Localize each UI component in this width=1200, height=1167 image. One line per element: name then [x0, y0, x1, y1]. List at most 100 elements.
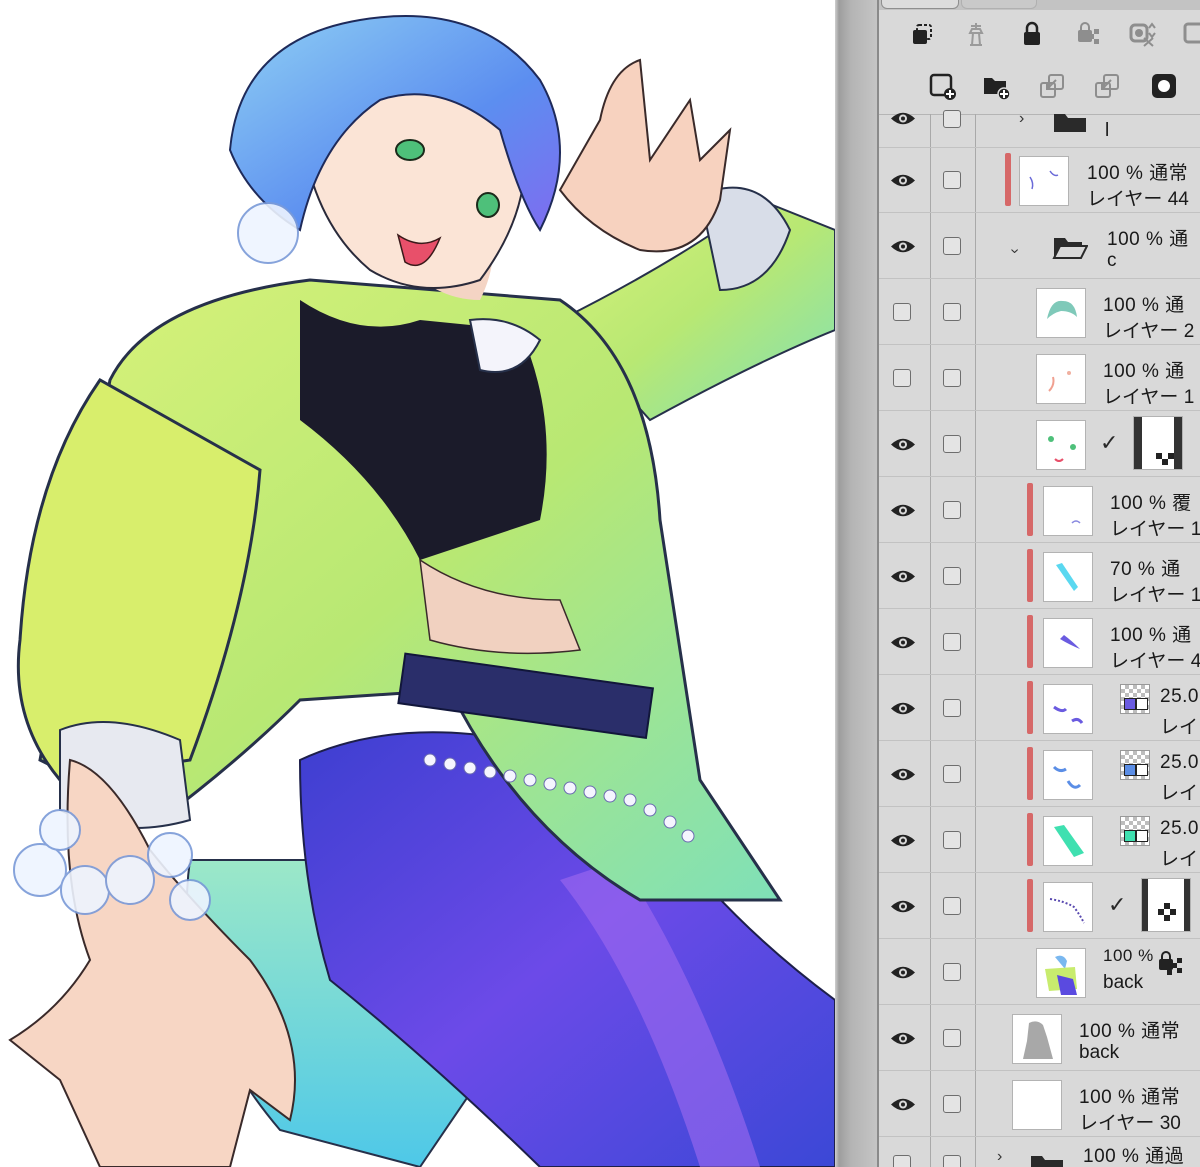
illustration-canvas[interactable] [0, 0, 835, 1167]
eye-icon[interactable] [889, 430, 917, 458]
eye-icon[interactable] [889, 694, 917, 722]
layer-select-checkbox[interactable] [943, 1155, 961, 1167]
layer-select-checkbox[interactable] [943, 110, 961, 128]
chevron-right-icon[interactable]: › [997, 1148, 1002, 1166]
eye-icon[interactable] [889, 496, 917, 524]
layer-select-checkbox[interactable] [943, 897, 961, 915]
eye-icon[interactable] [889, 760, 917, 788]
layer-select-checkbox[interactable] [943, 369, 961, 387]
layer-select-checkbox[interactable] [943, 831, 961, 849]
layer-name: レイ [1160, 783, 1199, 804]
eye-icon[interactable] [889, 958, 917, 986]
eye-icon[interactable] [889, 232, 917, 260]
mask-toggle-icon[interactable] [1124, 16, 1160, 52]
clipping-indicator [1005, 153, 1011, 206]
panel-tab-strip [879, 0, 1200, 10]
layer-select-checkbox[interactable] [943, 963, 961, 981]
layer-thumbnail [1043, 684, 1093, 734]
layer-name: レイヤー 1( [1110, 519, 1200, 540]
layer-opacity: 25.0 [1160, 818, 1199, 839]
layer-mask-thumbnail[interactable] [1133, 416, 1183, 470]
eye-icon[interactable] [889, 1090, 917, 1118]
layer-name: レイヤー 30 [1079, 1113, 1181, 1134]
tone-color-swatch [1136, 698, 1148, 710]
layer-row-back[interactable]: 100 % 通常 back [879, 1006, 1200, 1071]
chevron-down-icon[interactable]: › [1006, 248, 1024, 253]
eye-icon[interactable] [889, 104, 917, 132]
visibility-toggle-off[interactable] [893, 369, 911, 387]
layer-name: back [1103, 972, 1144, 993]
eye-icon[interactable] [889, 562, 917, 590]
layer-row-tone-blue[interactable]: 25.0 レイ [879, 742, 1200, 807]
layer-row-back-ref[interactable]: 100 % back [879, 940, 1200, 1005]
layer-row-30[interactable]: 100 % 通常 レイヤー 30 [879, 1072, 1200, 1137]
chevron-right-icon[interactable]: › [1019, 110, 1024, 128]
layer-opacity: 100 % 通 [1103, 295, 1185, 316]
layer-panel: › l 100 % 通常 レイヤー 44 › 100 % 通 c 100 % 通… [879, 0, 1200, 1167]
eye-icon[interactable] [889, 826, 917, 854]
layer-select-checkbox[interactable] [943, 567, 961, 585]
layer-row-beads[interactable]: ✓ [879, 874, 1200, 939]
layer-name: レイヤー 1( [1110, 585, 1200, 606]
tone-color-swatch [1136, 764, 1148, 776]
layer-select-checkbox[interactable] [943, 501, 961, 519]
layer-thumbnail [1012, 1014, 1062, 1064]
tone-color-swatch [1124, 830, 1136, 842]
lock-transparency-icon[interactable] [1069, 16, 1105, 52]
reference-layer-icon[interactable] [958, 16, 994, 52]
layer-name: back [1079, 1042, 1120, 1063]
layer-select-checkbox[interactable] [943, 435, 961, 453]
layer-mask-thumbnail[interactable] [1141, 878, 1191, 932]
layer-opacity: 100 % 通 [1103, 361, 1185, 382]
panel-tab[interactable] [961, 0, 1037, 9]
layer-row[interactable]: › l [879, 98, 1200, 148]
layer-opacity: 100 % 通 [1107, 229, 1189, 250]
layer-select-checkbox[interactable] [943, 1095, 961, 1113]
layer-row-folder-c[interactable]: › 100 % 通 c [879, 214, 1200, 279]
layer-name: レイヤー 44 [1087, 189, 1189, 210]
layer-name: レイヤー 1 [1103, 387, 1195, 408]
layer-name: レイ [1160, 717, 1199, 738]
layer-opacity: 100 % 通常 [1087, 163, 1189, 184]
layer-row-masked[interactable]: ✓ [879, 412, 1200, 477]
layer-row-11[interactable]: 100 % 覆 レイヤー 1( [879, 478, 1200, 543]
eye-icon[interactable] [889, 628, 917, 656]
layer-opacity: 100 % [1103, 946, 1154, 965]
clipping-indicator [1027, 681, 1033, 734]
layer-thumbnail [1036, 948, 1086, 998]
layer-opacity: 25.0 [1160, 686, 1199, 707]
lock-icon[interactable] [1014, 16, 1050, 52]
visibility-toggle-off[interactable] [893, 303, 911, 321]
tone-color-swatch [1124, 698, 1136, 710]
eye-icon[interactable] [889, 166, 917, 194]
layer-row-tone-green[interactable]: 25.0 レイ [879, 808, 1200, 873]
clip-layer-icon[interactable] [904, 16, 940, 52]
layer-opacity: 25.0 [1160, 752, 1199, 773]
layer-select-checkbox[interactable] [943, 171, 961, 189]
panel-tab[interactable] [881, 0, 959, 9]
eye-icon[interactable] [889, 892, 917, 920]
layer-select-checkbox[interactable] [943, 765, 961, 783]
character-illustration [8, 15, 835, 1167]
layer-row-44[interactable]: 100 % 通常 レイヤー 44 [879, 148, 1200, 213]
eye-icon[interactable] [889, 1024, 917, 1052]
layer-select-checkbox[interactable] [943, 303, 961, 321]
layer-row-2[interactable]: 100 % 通 レイヤー 2 [879, 280, 1200, 345]
layer-row-bottom-folder[interactable]: › 100 % 通過 [879, 1138, 1200, 1167]
folder-open-icon [1052, 238, 1088, 259]
layer-name: レイヤー 2 [1103, 321, 1195, 342]
layer-select-checkbox[interactable] [943, 633, 961, 651]
layer-select-checkbox[interactable] [943, 237, 961, 255]
layer-row-10[interactable]: 70 % 通 レイヤー 1( [879, 544, 1200, 609]
layer-row-tone-purple[interactable]: 25.0 レイ [879, 676, 1200, 741]
layer-thumbnail [1043, 552, 1093, 602]
color-layer-icon[interactable] [1177, 16, 1200, 52]
layer-select-checkbox[interactable] [943, 1029, 961, 1047]
layer-row-4[interactable]: 100 % 通 レイヤー 4 [879, 610, 1200, 675]
layer-row-1[interactable]: 100 % 通 レイヤー 1 [879, 346, 1200, 411]
mask-enabled-check-icon: ✓ [1100, 430, 1119, 455]
canvas-panel-divider[interactable] [835, 0, 879, 1167]
layer-select-checkbox[interactable] [943, 699, 961, 717]
visibility-toggle-off[interactable] [893, 1155, 911, 1167]
layer-thumbnail [1043, 618, 1093, 668]
